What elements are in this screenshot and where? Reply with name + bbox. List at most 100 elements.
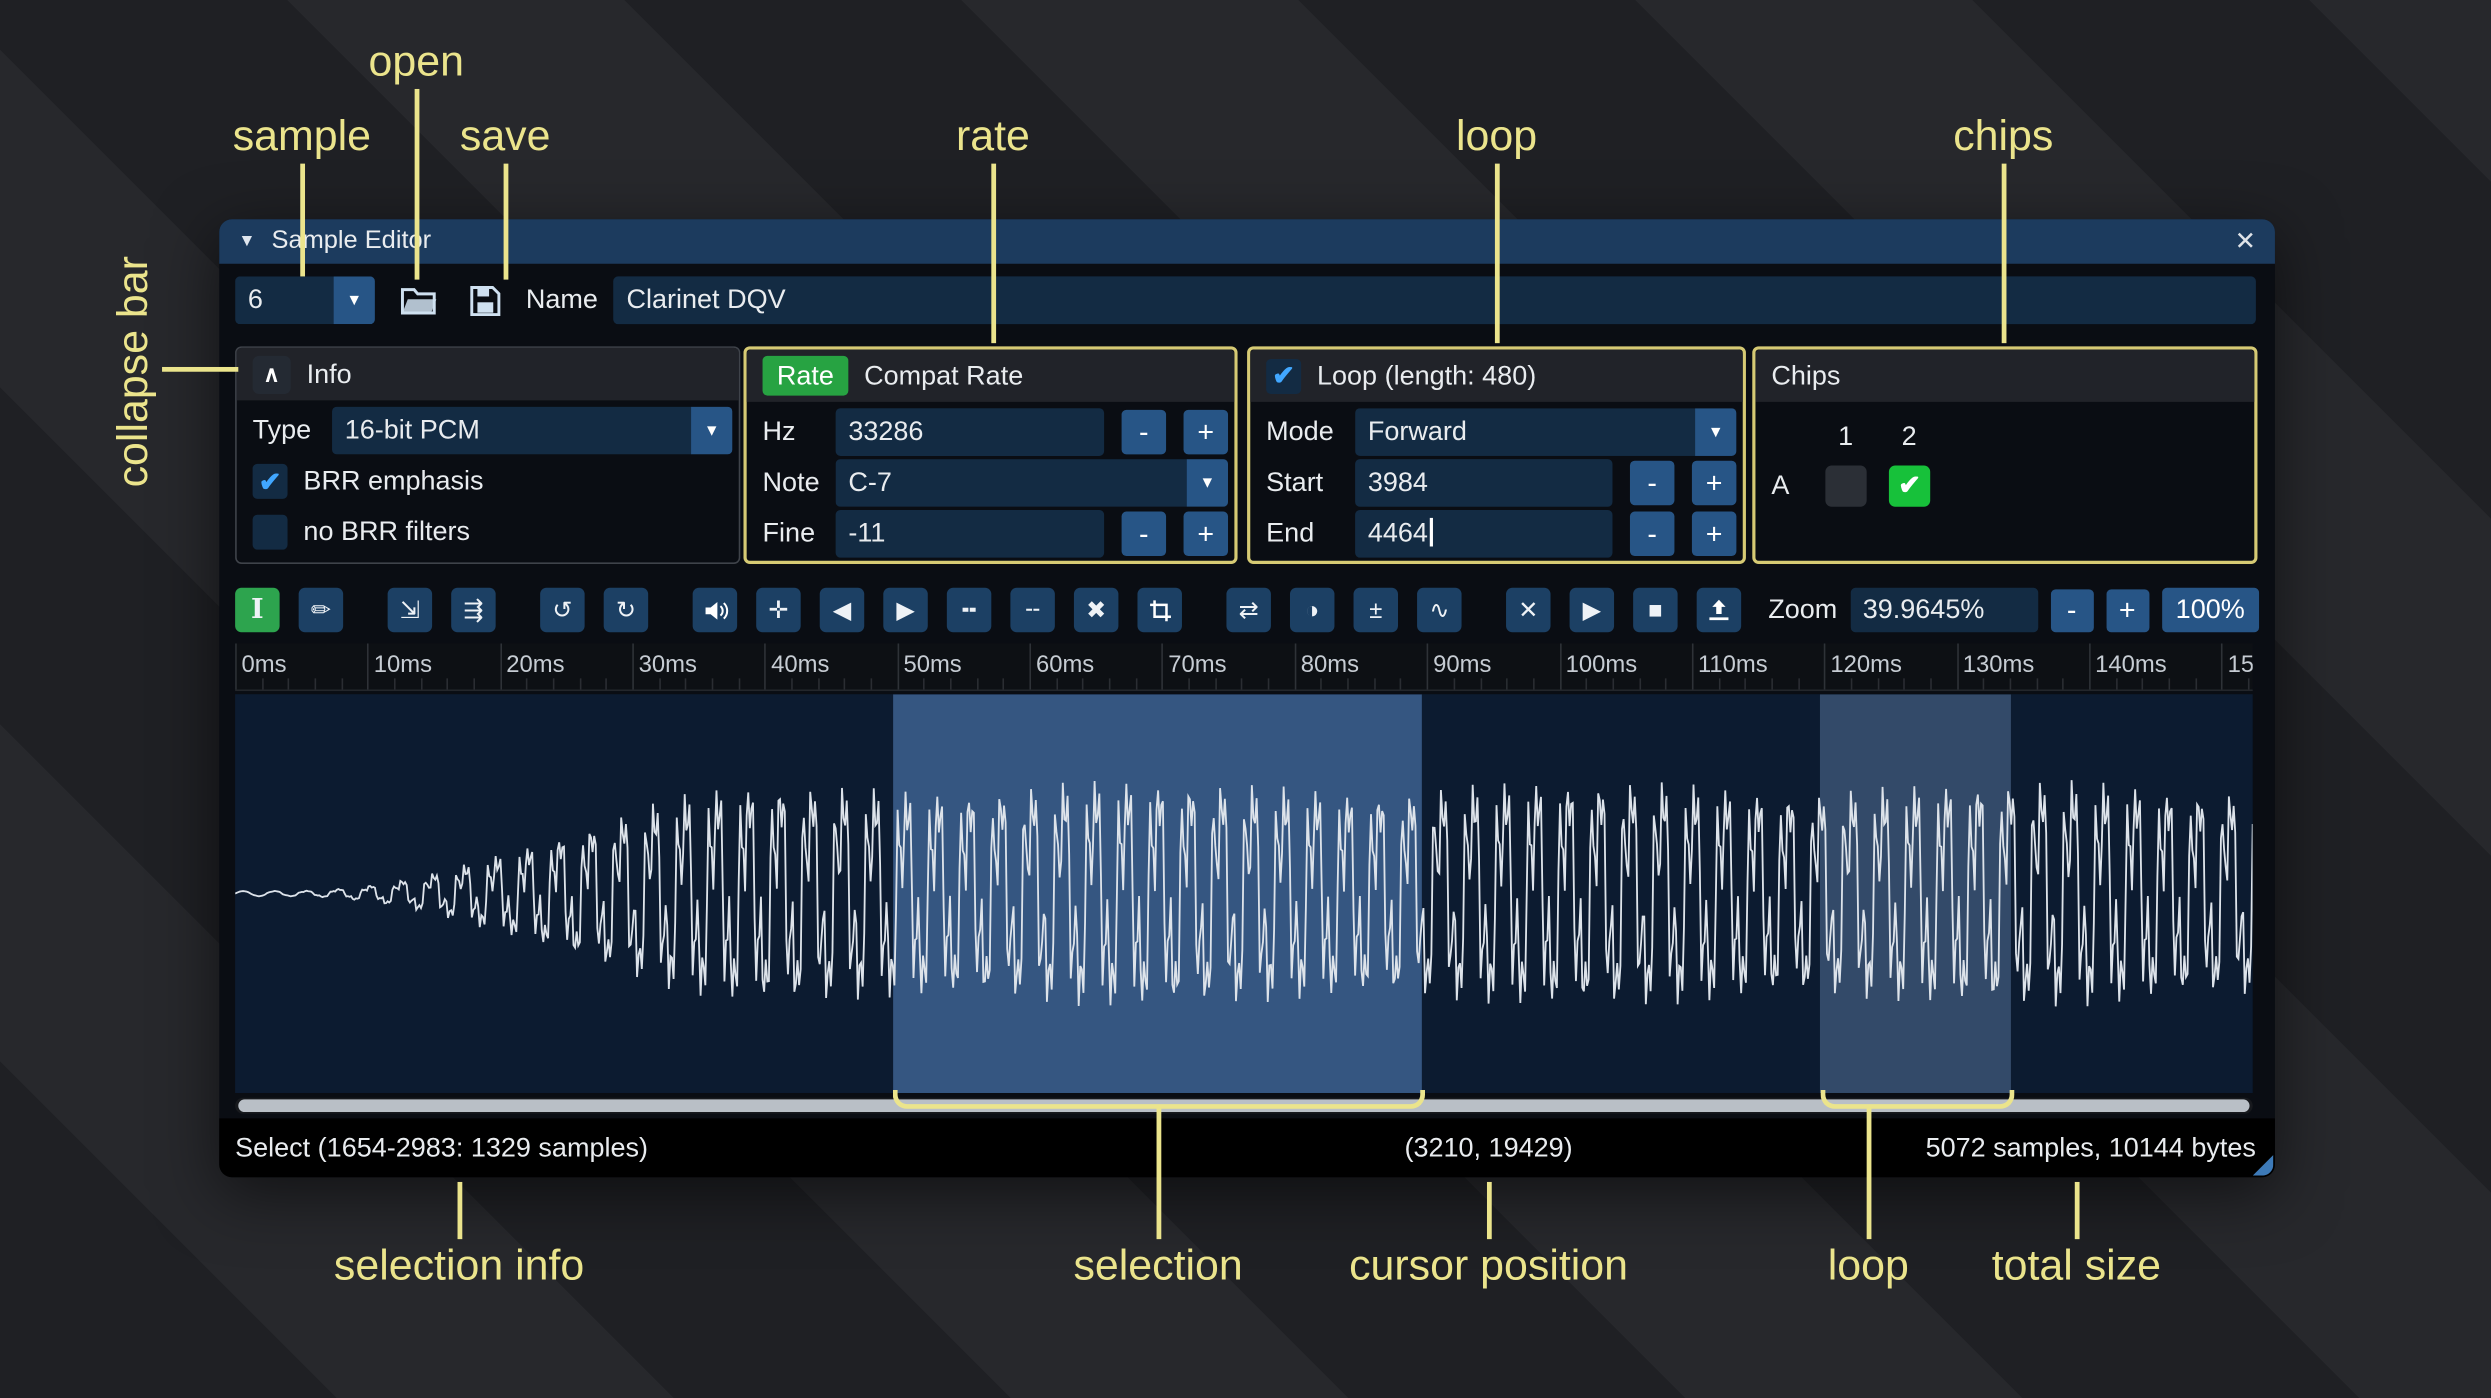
- create-instrument-icon: [1709, 599, 1729, 621]
- ruler-label: 40ms: [771, 651, 830, 679]
- chevron-down-icon[interactable]: ▼: [333, 276, 375, 325]
- fade-in-button[interactable]: ◀: [819, 587, 865, 633]
- scrollbar-thumb[interactable]: [238, 1099, 2250, 1113]
- window-collapse-icon[interactable]: ▼: [238, 232, 255, 251]
- loop-start-plus-button[interactable]: +: [1691, 460, 1737, 506]
- crossfade-loop-icon: ✕: [1518, 597, 1539, 625]
- annotation-label-chips: chips: [1953, 111, 2054, 160]
- annotation-line-cursor-position: [1486, 1181, 1491, 1240]
- waveform-canvas[interactable]: [235, 694, 2253, 1093]
- check-icon: ✔: [1272, 360, 1295, 391]
- annotation-label-loop: loop: [1455, 111, 1538, 160]
- brr-emphasis-row: ✔ BRR emphasis: [246, 456, 732, 507]
- annotation-label-loop-region: loop: [1827, 1241, 1909, 1290]
- stop-preview-button[interactable]: ■: [1633, 587, 1678, 633]
- loop-start-input[interactable]: 3984: [1355, 459, 1613, 507]
- loop-mode-value: Forward: [1355, 408, 1696, 456]
- apply-filter-icon: ∿: [1429, 597, 1450, 625]
- loop-region[interactable]: [1819, 694, 2011, 1093]
- crossfade-loop-button[interactable]: ✕: [1506, 587, 1551, 633]
- signed-unsigned-button[interactable]: ±: [1353, 587, 1399, 633]
- apply-filter-button[interactable]: ∿: [1417, 587, 1462, 633]
- ruler-label: 110ms: [1697, 651, 1768, 679]
- sample-type-select[interactable]: 16-bit PCM ▼: [332, 406, 733, 455]
- loop-end-input[interactable]: 4464: [1355, 509, 1613, 558]
- hz-minus-button[interactable]: -: [1121, 409, 1167, 455]
- fine-input[interactable]: -11: [835, 509, 1105, 558]
- select-mode-button[interactable]: I: [235, 587, 280, 633]
- chevron-down-icon[interactable]: ▼: [1186, 459, 1229, 507]
- ruler-label: 60ms: [1035, 651, 1095, 679]
- annotation-label-open: open: [368, 37, 464, 85]
- chip-2-checkbox[interactable]: ✔: [1888, 464, 1931, 506]
- annotation-line-selection-info: [456, 1181, 462, 1240]
- title-bar[interactable]: ▼ Sample Editor ✕: [219, 219, 2275, 264]
- loop-enable-checkbox[interactable]: ✔: [1266, 358, 1302, 394]
- sample-number-select[interactable]: 6 ▼: [235, 276, 375, 325]
- zoom-out-button[interactable]: -: [2050, 588, 2094, 632]
- annotation-label-save: save: [459, 111, 551, 160]
- preview-icon: ▶: [1582, 597, 1601, 625]
- resize-icon: ⇲: [399, 597, 420, 625]
- annotation-label-total-size: total size: [1991, 1241, 2162, 1290]
- selection-region[interactable]: [893, 694, 1422, 1093]
- note-value: C-7: [835, 459, 1187, 507]
- zoom-in-button[interactable]: +: [2105, 588, 2149, 632]
- reverse-button[interactable]: ⇄: [1226, 587, 1271, 633]
- sample-number-value: 6: [235, 276, 334, 325]
- fade-out-button[interactable]: ▶: [883, 587, 928, 633]
- sample-type-value: 16-bit PCM: [332, 406, 692, 455]
- horizontal-scrollbar[interactable]: [235, 1097, 2253, 1114]
- redo-button[interactable]: ↻: [603, 587, 649, 633]
- zoom-input[interactable]: 39.9645%: [1850, 587, 2038, 633]
- preview-button[interactable]: ▶: [1569, 587, 1615, 633]
- hz-input[interactable]: 33286: [835, 408, 1105, 456]
- fade-in-icon: ◀: [832, 597, 852, 625]
- loop-mode-select[interactable]: Forward ▼: [1355, 408, 1737, 456]
- sample-toolbar: I ✏ ⇲ ⇶ ↺ ↻ ✛ ◀ ▶ ╍ ╌ ✖ ⇄ ◑ ± ∿ ✕ ▶ ■ Zoom 39.9645% - + 10…: [235, 583, 2260, 637]
- trim-button[interactable]: [1137, 587, 1182, 633]
- fine-minus-button[interactable]: -: [1121, 511, 1167, 557]
- normalize-button[interactable]: ✛: [756, 587, 801, 633]
- no-brr-filters-checkbox[interactable]: [252, 514, 288, 550]
- undo-button[interactable]: ↺: [540, 587, 585, 633]
- timeline-ruler[interactable]: 0ms 10ms 20ms 30ms 40ms 50ms 60ms 70ms 80ms 90ms 1…: [235, 643, 2253, 692]
- rate-badge[interactable]: Rate: [762, 355, 849, 396]
- ruler-label: 0ms: [241, 651, 287, 679]
- note-row: Note C-7 ▼: [756, 458, 1229, 509]
- chips-panel-title: Chips: [1771, 359, 1841, 391]
- resample-button[interactable]: ⇶: [451, 587, 496, 633]
- invert-button[interactable]: ◑: [1289, 587, 1335, 633]
- draw-mode-button[interactable]: ✏: [298, 587, 344, 633]
- annotation-label-sample: sample: [232, 111, 371, 160]
- save-button[interactable]: [462, 278, 506, 322]
- brr-emphasis-checkbox[interactable]: ✔: [252, 463, 288, 499]
- apply-silence-button[interactable]: ╌: [1010, 587, 1055, 633]
- loop-end-plus-button[interactable]: +: [1691, 511, 1737, 557]
- resize-button[interactable]: ⇲: [387, 587, 433, 633]
- collapse-bar-button[interactable]: ∧: [252, 355, 291, 394]
- info-panel-title: Info: [306, 358, 352, 389]
- delete-button[interactable]: ✖: [1073, 587, 1119, 633]
- chevron-down-icon[interactable]: ▼: [1695, 408, 1737, 456]
- chips-panel-header: Chips: [1755, 349, 2255, 402]
- reset-zoom-button[interactable]: 100%: [2161, 587, 2260, 633]
- chevron-down-icon[interactable]: ▼: [691, 406, 733, 455]
- hz-plus-button[interactable]: +: [1183, 409, 1229, 455]
- no-brr-filters-label: no BRR filters: [303, 516, 471, 547]
- name-input[interactable]: Clarinet DQV: [613, 276, 2256, 325]
- waveform-view[interactable]: [235, 694, 2253, 1093]
- fine-plus-button[interactable]: +: [1183, 511, 1229, 557]
- insert-silence-button[interactable]: ╍: [946, 587, 992, 633]
- zoom-controls: Zoom 39.9645% - + 100%: [1768, 587, 2260, 633]
- create-instrument-button[interactable]: [1696, 587, 1742, 633]
- chip-1-checkbox[interactable]: [1825, 464, 1867, 506]
- close-icon[interactable]: ✕: [2235, 226, 2256, 258]
- loop-start-minus-button[interactable]: -: [1629, 460, 1675, 506]
- chip-row-label: A: [1771, 469, 1790, 500]
- note-select[interactable]: C-7 ▼: [835, 459, 1229, 507]
- open-button[interactable]: [397, 278, 441, 322]
- loop-end-minus-button[interactable]: -: [1629, 511, 1675, 557]
- status-bar: Select (1654-2983: 1329 samples) (3210, …: [219, 1118, 2275, 1178]
- amplify-button[interactable]: [692, 587, 738, 633]
